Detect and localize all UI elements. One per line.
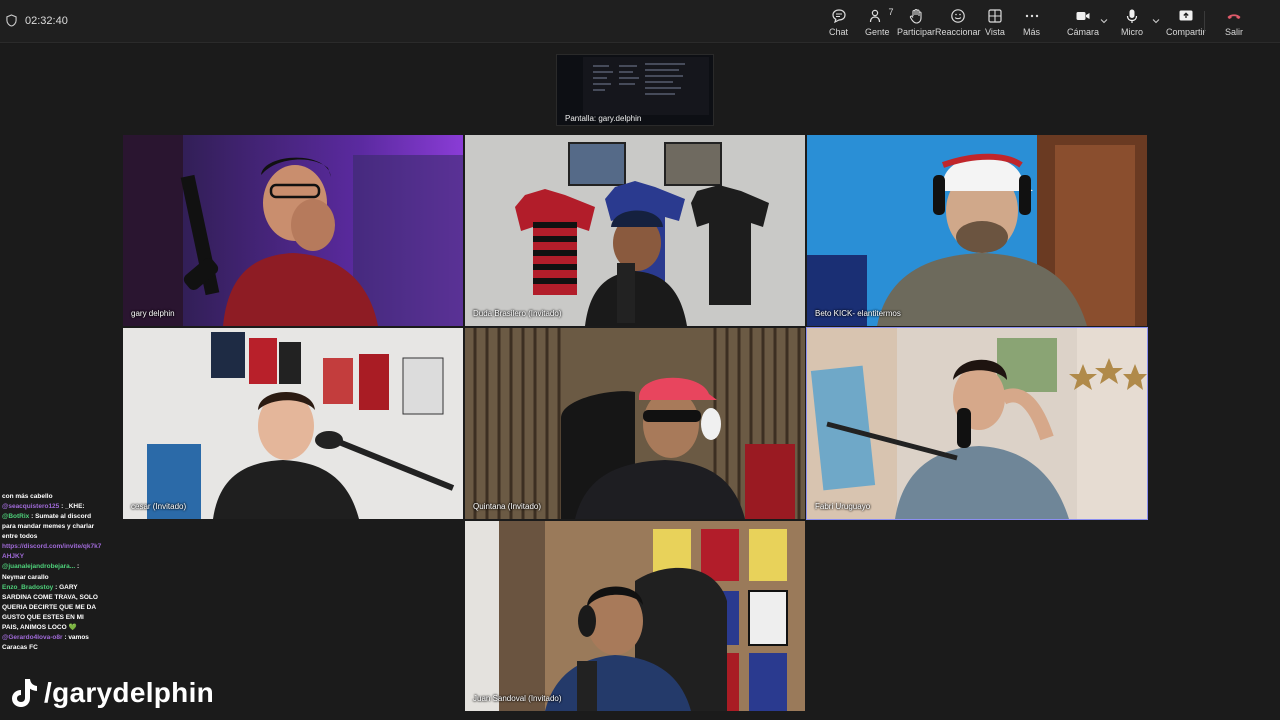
- raise-hand-icon: [909, 8, 922, 24]
- participant-tile[interactable]: Duda Brasilero (Invitado): [465, 135, 805, 326]
- participant-name: Quintana (Invitado): [473, 502, 542, 511]
- chat-message: con más cabello: [2, 493, 53, 500]
- camera-button[interactable]: Cámara: [1067, 8, 1099, 40]
- people-count: 7: [888, 7, 894, 17]
- participant-name: Juan Sandoval (Invitado): [473, 694, 562, 703]
- chat-message: Enzo_Bradostoy : GARY SARDINA COME TRAVA…: [2, 583, 98, 631]
- view-button[interactable]: Vista: [985, 8, 1005, 40]
- participant-video: [465, 328, 805, 519]
- camera-icon: [1076, 12, 1090, 20]
- tiktok-handle: /garydelphin: [44, 677, 215, 708]
- chat-message: https://discord.com/invite/qk7k7AHJKY: [2, 543, 102, 561]
- participant-video: [465, 135, 805, 326]
- chat-icon: [831, 9, 846, 24]
- microphone-icon: [1126, 9, 1138, 23]
- meeting-toolbar: 02:32:40 Chat 7 Gente Participar Reaccio…: [0, 0, 1280, 43]
- chat-message: @Gerardo4lova-o8r : vamos Caracas FC: [2, 633, 89, 651]
- toolbar-divider: [1204, 11, 1205, 33]
- participate-button[interactable]: Participar: [897, 8, 935, 40]
- share-label: Pantalla: gary.delphin: [565, 114, 642, 123]
- mic-button[interactable]: Micro: [1121, 8, 1143, 40]
- shield-icon: [6, 14, 17, 27]
- participant-tile[interactable]: cesar (Invitado): [123, 328, 463, 519]
- share-button[interactable]: Compartir: [1166, 8, 1206, 40]
- chat-message: @juanalejandrobejara... : Neymar carallo: [2, 563, 80, 581]
- participant-video: [123, 328, 463, 519]
- participant-video: [807, 328, 1147, 519]
- participant-name: gary delphin: [131, 309, 175, 318]
- chat-message: @BotRix : Sumate al discord para mandar …: [2, 513, 95, 541]
- participant-video: [123, 135, 463, 326]
- people-button[interactable]: 7 Gente: [865, 7, 894, 40]
- more-icon: [1025, 14, 1038, 18]
- more-button[interactable]: Más: [1023, 8, 1040, 40]
- meeting-timer: 02:32:40: [6, 14, 68, 27]
- participant-tile[interactable]: Beto KICK- elantitermos: [807, 135, 1147, 326]
- participant-tile[interactable]: Quintana (Invitado): [465, 328, 805, 519]
- mic-options-chevron-icon[interactable]: [1152, 17, 1160, 25]
- participant-name: Duda Brasilero (Invitado): [473, 309, 562, 318]
- chat-message: @seacquistero125 : _KHE:: [2, 503, 85, 511]
- participant-tile[interactable]: gary delphin: [123, 135, 463, 326]
- share-screen-icon: [1179, 10, 1193, 21]
- camera-options-chevron-icon[interactable]: [1100, 17, 1108, 25]
- timer-text: 02:32:40: [25, 14, 68, 27]
- participant-tile[interactable]: Juan Sandoval (Invitado): [465, 521, 805, 711]
- participant-video: [807, 135, 1147, 326]
- stream-chat-overlay: con más cabello @seacquistero125 : _KHE:…: [0, 490, 104, 666]
- participant-name: Fabri Uruguayo: [815, 502, 871, 511]
- smiley-icon: [950, 9, 965, 23]
- react-button[interactable]: Reaccionar: [935, 8, 981, 40]
- screen-share-thumbnail[interactable]: Pantalla: gary.delphin: [556, 54, 714, 126]
- participant-video: [465, 521, 805, 711]
- leave-button[interactable]: Salir: [1225, 8, 1243, 40]
- grid-view-icon: [988, 9, 1002, 23]
- chat-button[interactable]: Chat: [829, 8, 848, 40]
- people-icon: [870, 9, 881, 23]
- shared-screen-preview: [583, 57, 709, 115]
- hang-up-icon: [1227, 14, 1241, 19]
- participant-name: Beto KICK- elantitermos: [815, 309, 901, 318]
- tiktok-logo-icon: [12, 679, 37, 707]
- participant-tile-active-speaker[interactable]: Fabri Uruguayo: [806, 327, 1148, 520]
- tiktok-watermark: /garydelphin: [10, 674, 214, 712]
- participant-name: cesar (Invitado): [131, 502, 187, 511]
